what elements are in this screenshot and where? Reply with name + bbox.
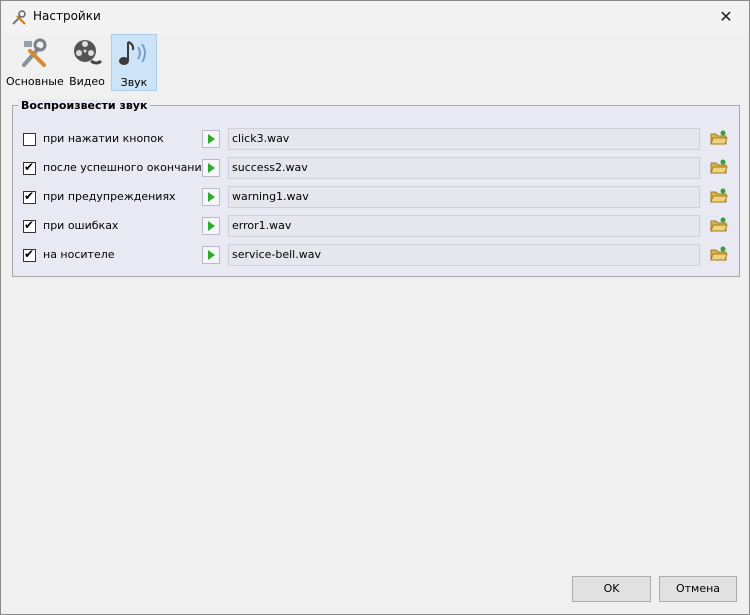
sound-row-warning: ✔ при предупреждениях warning1.wav (13, 186, 739, 210)
tab-sound[interactable]: Звук (111, 34, 157, 91)
sound-file-field[interactable]: error1.wav (228, 215, 700, 237)
sound-row-button-click: при нажатии кнопок click3.wav (13, 128, 739, 152)
folder-open-icon[interactable] (710, 217, 728, 233)
settings-window: Настройки ✕ Основные Видео Звук Воспроиз… (0, 0, 750, 615)
close-button[interactable]: ✕ (703, 1, 749, 33)
sound-file-field[interactable]: success2.wav (228, 157, 700, 179)
sound-row-error: ✔ при ошибках error1.wav (13, 215, 739, 239)
title-bar: Настройки ✕ (1, 1, 749, 33)
checkbox-button-click[interactable] (23, 133, 36, 146)
checkbox-label: при нажатии кнопок (43, 132, 164, 145)
sound-file-field[interactable]: service-bell.wav (228, 244, 700, 266)
tools-icon (12, 10, 26, 25)
tab-video-label: Видео (69, 75, 105, 88)
sound-file-field[interactable]: warning1.wav (228, 186, 700, 208)
checkbox-label: на носителе (43, 248, 115, 261)
sound-file-field[interactable]: click3.wav (228, 128, 700, 150)
ok-button[interactable]: OK (572, 576, 651, 602)
checkbox-label: после успешного окончания (43, 161, 209, 174)
folder-open-icon[interactable] (710, 159, 728, 175)
play-button[interactable] (202, 130, 220, 148)
play-sound-group: Воспроизвести звук при нажатии кнопок cl… (12, 99, 740, 277)
close-icon: ✕ (719, 7, 733, 26)
checkbox-label: при ошибках (43, 219, 119, 232)
folder-open-icon[interactable] (710, 246, 728, 262)
tab-sound-label: Звук (120, 76, 148, 89)
group-title: Воспроизвести звук (18, 99, 151, 112)
checkbox-media[interactable]: ✔ (23, 248, 36, 262)
sound-row-media: ✔ на носителе service-bell.wav (13, 244, 739, 268)
checkbox-warning[interactable]: ✔ (23, 190, 36, 204)
tools-icon (22, 38, 47, 67)
cancel-button[interactable]: Отмена (659, 576, 737, 602)
sound-row-success: ✔ после успешного окончания success2.wav (13, 157, 739, 181)
tab-video[interactable]: Видео (66, 34, 108, 89)
tab-general-label: Основные (6, 75, 64, 88)
play-button[interactable] (202, 188, 220, 206)
checkbox-label: при предупреждениях (43, 190, 176, 203)
music-note-icon (119, 41, 146, 65)
play-button[interactable] (202, 159, 220, 177)
play-button[interactable] (202, 246, 220, 264)
checkbox-success[interactable]: ✔ (23, 161, 36, 175)
folder-open-icon[interactable] (710, 130, 728, 146)
tab-general[interactable]: Основные (6, 34, 64, 89)
film-reel-icon (74, 40, 103, 65)
folder-open-icon[interactable] (710, 188, 728, 204)
play-button[interactable] (202, 217, 220, 235)
window-title: Настройки (33, 9, 101, 23)
checkbox-error[interactable]: ✔ (23, 219, 36, 233)
